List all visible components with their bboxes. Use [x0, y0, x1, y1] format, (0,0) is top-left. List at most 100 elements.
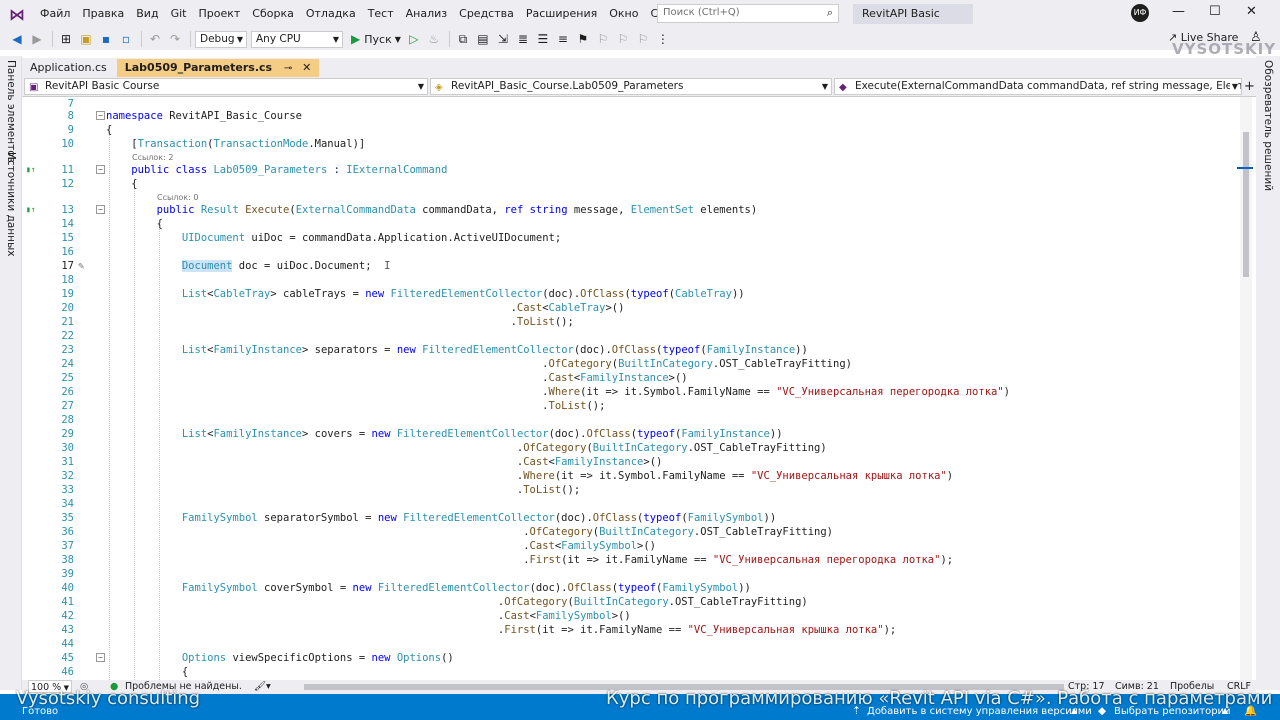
platform-value: Any CPU: [256, 32, 301, 45]
implements-icon[interactable]: ▮↑: [26, 163, 36, 177]
menu-edit[interactable]: Правка: [76, 0, 130, 28]
start-without-debugging-icon[interactable]: ▷: [405, 30, 423, 48]
menu-build[interactable]: Сборка: [246, 0, 300, 28]
line-number: 23: [61, 344, 74, 356]
menu-project[interactable]: Проект: [192, 0, 246, 28]
tab-application-cs[interactable]: Application.cs: [22, 59, 115, 77]
collapse-icon[interactable]: −: [96, 165, 105, 174]
line-number: 15: [61, 232, 74, 244]
redo-icon[interactable]: ↷: [166, 30, 184, 48]
search-placeholder: Поиск (Ctrl+Q): [663, 7, 740, 18]
step-icon[interactable]: ⇲: [494, 30, 512, 48]
line-number: 16: [61, 246, 74, 258]
clear-bookmarks-icon[interactable]: ⚐: [634, 30, 652, 48]
solution-explorer-tab[interactable]: Обозреватель решений: [1262, 60, 1274, 191]
line-number: 45: [61, 652, 74, 664]
overlay-course-title: Курс по программированию «Revit API via …: [606, 688, 1273, 709]
standard-toolbar: ◀ ▶ ⊞ ▣ ▪ ▫ ↶ ↷ Debug ▼ Any CPU ▼ ▶ Пуск…: [0, 28, 1280, 50]
line-number: 12: [61, 178, 74, 190]
line-number: 21: [61, 316, 74, 328]
split-editor-icon[interactable]: +: [1244, 79, 1255, 94]
navigate-back-icon[interactable]: ◀: [8, 30, 26, 48]
code-line: 25 .Cast<FamilyInstance>(): [22, 371, 1240, 385]
chevron-down-icon: ▼: [236, 34, 243, 44]
code-line: 14 {: [22, 217, 1240, 231]
code-line: 18: [22, 273, 1240, 287]
collapse-icon[interactable]: −: [96, 653, 105, 662]
comment-icon[interactable]: ☰: [534, 30, 552, 48]
code-line: 19 List<CableTray> cableTrays = new Filt…: [22, 287, 1240, 301]
line-number: 39: [61, 568, 74, 580]
pin-icon[interactable]: ⊸: [284, 63, 292, 74]
code-line: 24 .OfCategory(BuiltInCategory.OST_Cable…: [22, 357, 1240, 371]
toolbox-tab[interactable]: Панель элементов: [5, 60, 17, 163]
search-input[interactable]: Поиск (Ctrl+Q) ⌕: [657, 4, 839, 23]
navigate-forward-icon[interactable]: ▶: [28, 30, 46, 48]
menu-analyze[interactable]: Анализ: [400, 0, 454, 28]
type-select[interactable]: ◈ RevitAPI_Basic_Course.Lab0509_Paramete…: [430, 78, 832, 95]
search-icon[interactable]: ⌕: [827, 6, 833, 20]
maximize-icon[interactable]: ☐: [1209, 4, 1221, 19]
layout-icon[interactable]: ▤: [474, 30, 492, 48]
line-number: 25: [61, 372, 74, 384]
menu-git[interactable]: Git: [165, 0, 193, 28]
menu-debug[interactable]: Отладка: [300, 0, 362, 28]
collapse-icon[interactable]: −: [96, 111, 105, 120]
line-number: 28: [61, 414, 74, 426]
minimize-icon[interactable]: —: [1172, 4, 1185, 19]
close-tab-icon[interactable]: ✕: [302, 61, 311, 74]
bookmark-icon[interactable]: ⚑: [574, 30, 592, 48]
save-all-icon[interactable]: ▫: [117, 30, 135, 48]
account-avatar[interactable]: ИФ: [1131, 4, 1149, 22]
new-project-icon[interactable]: ⊞: [57, 30, 75, 48]
save-icon[interactable]: ▪: [97, 30, 115, 48]
quick-actions-icon[interactable]: ✎: [78, 259, 84, 273]
start-debugging-button[interactable]: ▶ Пуск ▼: [351, 32, 401, 46]
line-number: 34: [61, 498, 74, 510]
code-editor[interactable]: 7 8− namespace RevitAPI_Basic_Course 9{ 1…: [22, 97, 1240, 680]
menu-file[interactable]: Файл: [34, 0, 76, 28]
line-number: 35: [61, 512, 74, 524]
left-tool-strip: Панель элементов Источники данных: [0, 56, 22, 690]
format-icon[interactable]: ≣: [514, 30, 532, 48]
undo-icon[interactable]: ↶: [146, 30, 164, 48]
tab-lab0509-parameters-cs[interactable]: Lab0509_Parameters.cs ⊸ ✕: [116, 59, 320, 77]
menu-tools[interactable]: Средства: [453, 0, 520, 28]
next-bookmark-icon[interactable]: ⚐: [614, 30, 632, 48]
configuration-select[interactable]: Debug ▼: [195, 30, 247, 48]
type-value: RevitAPI_Basic_Course.Lab0509_Parameters: [451, 80, 684, 92]
close-icon[interactable]: ✕: [1246, 4, 1257, 19]
menu-extensions[interactable]: Расширения: [520, 0, 603, 28]
menu-view[interactable]: Вид: [130, 0, 164, 28]
prev-bookmark-icon[interactable]: ⚐: [594, 30, 612, 48]
toolbar-separator: [52, 31, 53, 47]
menu-test[interactable]: Тест: [362, 0, 400, 28]
project-select[interactable]: ▣ RevitAPI Basic Course ▼: [24, 78, 428, 95]
line-number: 46: [61, 666, 74, 678]
implements-icon[interactable]: ▮↑: [26, 203, 36, 217]
menu-window[interactable]: Окно: [603, 0, 644, 28]
line-number: 26: [61, 386, 74, 398]
hot-reload-icon[interactable]: ♨: [425, 30, 443, 48]
member-select[interactable]: ◆ Execute(ExternalCommandData commandDat…: [834, 78, 1242, 95]
class-icon: ◈: [435, 82, 443, 93]
code-line: 35 FamilySymbol separatorSymbol = new Fi…: [22, 511, 1240, 525]
open-file-icon[interactable]: ▣: [77, 30, 95, 48]
code-line: ▮↑ 13− public Result Execute(ExternalComm…: [26, 203, 758, 217]
uncomment-icon[interactable]: ≡: [554, 30, 572, 48]
line-number: 19: [61, 288, 74, 300]
data-sources-tab[interactable]: Источники данных: [5, 152, 17, 257]
cleanup-icon[interactable]: 🖌▾: [254, 680, 271, 694]
code-line: 15 UIDocument uiDoc = commandData.Applic…: [22, 231, 1240, 245]
toolbar-separator: [190, 31, 191, 47]
line-number: 44: [61, 638, 74, 650]
code-line: 29 List<FamilyInstance> covers = new Fil…: [22, 427, 1240, 441]
visual-studio-logo-icon[interactable]: ⋈: [0, 0, 34, 28]
caret-position-marker: [1237, 167, 1253, 169]
vertical-scrollbar[interactable]: [1240, 97, 1252, 680]
toolbar-overflow-icon[interactable]: ⋮: [654, 30, 672, 48]
collapse-icon[interactable]: −: [96, 205, 105, 214]
platform-select[interactable]: Any CPU ▼: [251, 30, 343, 48]
browse-icon[interactable]: ⧉: [454, 30, 472, 48]
scrollbar-thumb[interactable]: [1243, 132, 1249, 277]
